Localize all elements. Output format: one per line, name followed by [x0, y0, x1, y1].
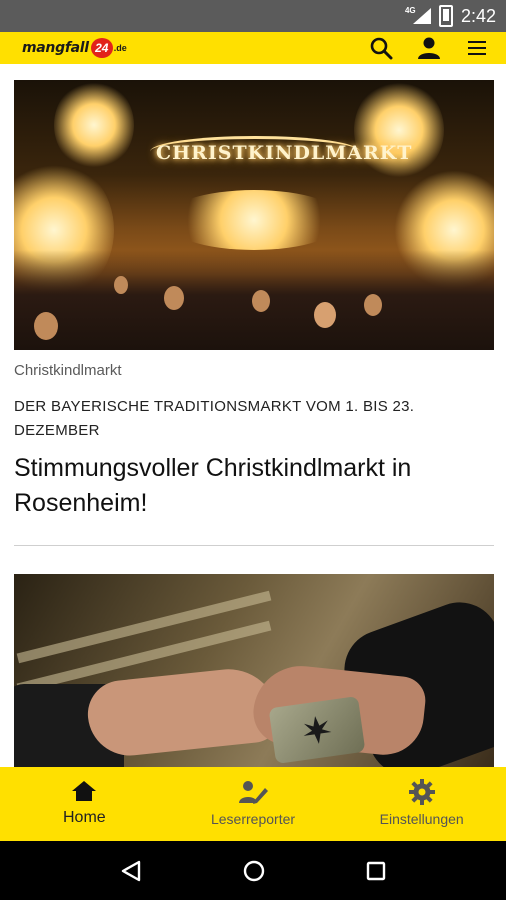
- logo-badge: 24: [90, 38, 113, 58]
- home-icon: [72, 781, 97, 801]
- system-navigation-bar: [0, 841, 506, 900]
- article-divider: [14, 545, 494, 546]
- article-title[interactable]: Stimmungsvoller Christkindlmarkt in Rose…: [14, 451, 484, 521]
- nav-home[interactable]: Home: [0, 767, 169, 841]
- nav-leserreporter[interactable]: Leserreporter: [169, 767, 338, 841]
- article-category[interactable]: Christkindlmarkt: [14, 362, 122, 379]
- signal-icon: 4G: [405, 6, 431, 24]
- gear-icon: [408, 779, 435, 805]
- menu-icon[interactable]: [464, 35, 490, 61]
- app-bar: mangfall 24 .de: [0, 32, 506, 64]
- nav-einstellungen-label: Einstellungen: [379, 811, 464, 827]
- article-feed[interactable]: CHRISTKINDLMARKT Christkindlmarkt DER BA…: [0, 64, 506, 767]
- bottom-navigation: Home Leserreporter Einstellungen: [0, 767, 506, 841]
- article-image-2[interactable]: [14, 574, 494, 767]
- article-kicker: DER BAYERISCHE TRADITIONSMARKT VOM 1. BI…: [14, 398, 415, 439]
- status-bar: 4G 2:42: [0, 0, 506, 32]
- article-image[interactable]: CHRISTKINDLMARKT: [14, 80, 494, 350]
- hero-sign-text: CHRISTKINDLMARKT: [156, 142, 413, 164]
- reporter-icon: [239, 781, 268, 804]
- nav-leserreporter-label: Leserreporter: [210, 811, 296, 827]
- leaf-icon: [268, 696, 366, 764]
- app-logo[interactable]: mangfall 24 .de: [22, 38, 127, 58]
- recents-icon[interactable]: [365, 860, 387, 882]
- nav-home-label: Home: [62, 809, 106, 826]
- clock: 2:42: [460, 5, 496, 26]
- nav-einstellungen[interactable]: Einstellungen: [337, 767, 506, 841]
- account-icon[interactable]: [416, 35, 442, 61]
- back-icon[interactable]: [119, 859, 143, 883]
- battery-icon: [438, 5, 453, 27]
- home-button-icon[interactable]: [242, 859, 266, 883]
- logo-text: mangfall: [22, 40, 89, 56]
- search-icon[interactable]: [368, 35, 394, 61]
- network-type: 4G: [404, 6, 416, 15]
- logo-domain: .de: [113, 43, 127, 53]
